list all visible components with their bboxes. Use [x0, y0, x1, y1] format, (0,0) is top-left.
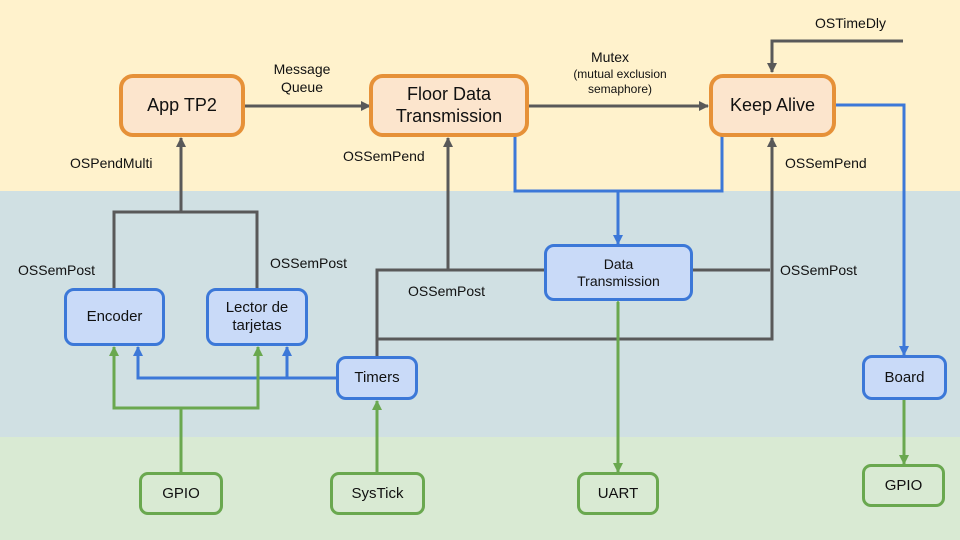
hw-gpio-right[interactable]: GPIO — [862, 464, 945, 507]
keepalive-to-board-arrow — [836, 103, 909, 356]
timers-ossempost-label: OSSemPost — [408, 283, 486, 299]
gpio-to-drivers-arrow — [112, 347, 258, 472]
keepalive-sempend-arrow — [377, 137, 777, 341]
hw-gpio-left[interactable]: GPIO — [139, 472, 223, 515]
timers-to-drivers-arrow — [136, 347, 336, 380]
task-app-tp2[interactable]: App TP2 — [119, 74, 245, 137]
ostimedly-arrow — [767, 39, 903, 73]
task-keep-alive[interactable]: Keep Alive — [709, 74, 836, 137]
driver-data-transmission[interactable]: Data Transmission — [544, 244, 693, 301]
hw-systick[interactable]: SysTick — [330, 472, 425, 515]
data-ossempost-label: OSSemPost — [780, 262, 858, 278]
encoder-ossempost-label: OSSemPost — [18, 262, 96, 278]
driver-encoder[interactable]: Encoder — [64, 288, 165, 346]
tasks-to-data-transmission-arrow — [513, 136, 724, 244]
floor-ossempend-label: OSSemPend — [343, 148, 425, 164]
mutex-label: Mutex — [590, 49, 630, 65]
keepalive-ossempend-label: OSSemPend — [785, 155, 867, 171]
ostimedly-label: OSTimeDly — [815, 15, 887, 31]
driver-timers[interactable]: Timers — [336, 356, 418, 400]
task-floor-data-transmission[interactable]: Floor Data Transmission — [369, 74, 529, 137]
message-queue-label: Message Queue — [273, 61, 331, 95]
driver-board[interactable]: Board — [862, 355, 947, 400]
driver-lector-de-tarjetas[interactable]: Lector de tarjetas — [206, 288, 308, 346]
hw-uart[interactable]: UART — [577, 472, 659, 515]
lector-ossempost-label: OSSemPost — [270, 255, 348, 271]
mutex-sublabel: (mutual exclusion semaphore) — [573, 67, 667, 96]
ospendmulti-label: OSPendMulti — [70, 155, 153, 171]
